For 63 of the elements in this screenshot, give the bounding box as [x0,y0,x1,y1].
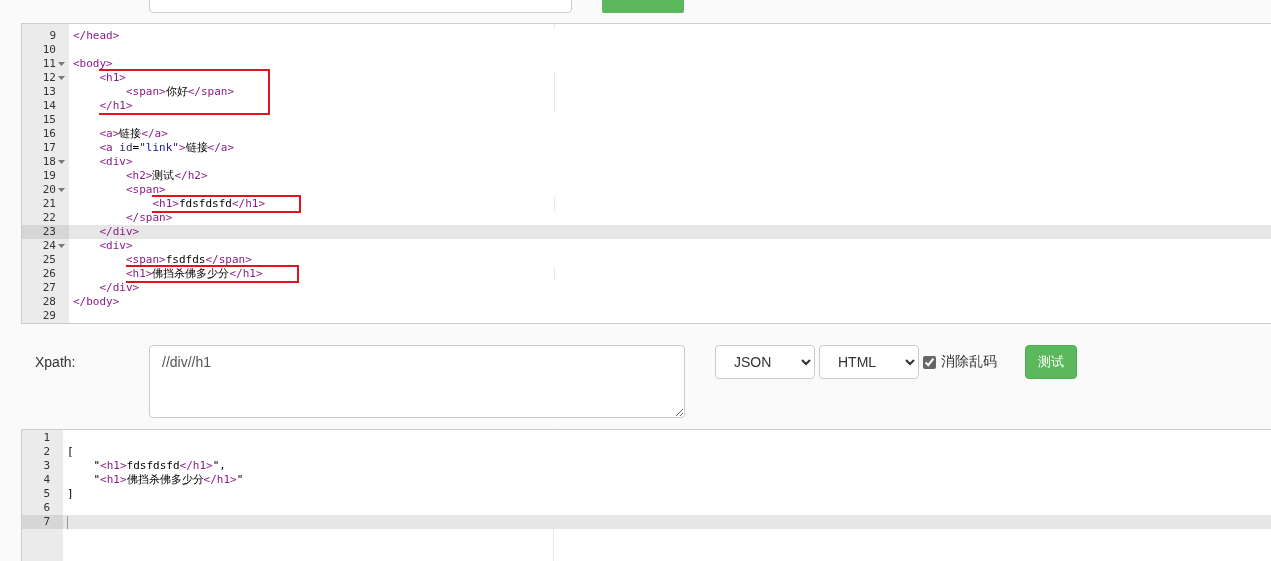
line-number: 12 [41,71,56,85]
line-number: 15 [41,113,56,127]
line-number: 26 [41,267,56,281]
code-editor[interactable]: 1 2 3 4 5 6 7 [ "<h1>fdsfdsfd</h1>", "<h1>佛挡杀佛多少分</h1>" ] [21,429,1271,561]
code-line: <span>fsdfds</span> [125,253,252,266]
line-number: 21 [41,197,56,211]
line-number: 5 [42,487,50,501]
code-line: </body> [73,295,120,308]
line-number: 4 [42,473,50,487]
fold-arrow-icon[interactable] [58,76,65,80]
code-line: </div> [99,281,140,294]
line-number: 14 [41,99,56,113]
xpath-label: Xpath: [35,354,77,370]
line-number: 3 [42,459,50,473]
code-line: [ [67,445,74,458]
code-line: <body> [73,57,113,70]
line-number: 10 [41,43,56,57]
line-number: 7 [42,515,50,529]
clean-checkbox[interactable] [923,355,936,369]
text-cursor [67,515,68,529]
code-line: <div> [99,239,133,252]
code-line: <h1> [99,71,126,84]
line-number: 19 [41,169,56,183]
code-line: "<h1>fdsfdsfd</h1>", [93,459,226,472]
line-number: 13 [41,85,56,99]
code-line: "<h1>佛挡杀佛多少分</h1>" [93,473,244,486]
line-number: 9 [48,29,56,43]
input-format-select[interactable]: HTML [819,345,919,379]
code-line: <span> [125,183,166,196]
clean-label: 消除乱码 [941,353,997,371]
line-number: 6 [42,501,50,515]
fold-arrow-icon[interactable] [58,244,65,248]
code-line: <h2>测试</h2> [125,169,208,182]
code-line: <span>你好</span> [125,85,235,98]
code-line: <div> [99,155,133,168]
code-line: </h1> [99,99,133,112]
fold-arrow-icon[interactable] [58,62,65,66]
line-number: 16 [41,127,56,141]
line-number: 25 [41,253,56,267]
line-number: 18 [41,155,56,169]
line-number: 11 [41,57,56,71]
fold-arrow-icon[interactable] [58,160,65,164]
line-number: 17 [41,141,56,155]
code-line: </div> [99,225,140,238]
line-number: 28 [41,295,56,309]
line-number: 20 [41,183,56,197]
line-number: 29 [41,309,56,323]
xpath-input[interactable]: //div//h1 [149,345,685,418]
code-line: </head> [73,29,120,42]
code-line: ] [67,487,74,500]
line-number: 27 [41,281,56,295]
line-number: 2 [42,445,50,459]
code-line: <a id="link">链接</a> [99,141,235,154]
code-line: <h1>佛挡杀佛多少分</h1> [125,267,263,280]
line-number: 22 [41,211,56,225]
output-format-select[interactable]: JSON [715,345,815,379]
fold-arrow-icon[interactable] [58,188,65,192]
line-number: 23 [41,225,56,239]
line-number: 24 [41,239,56,253]
code-line: <h1>fdsfdsfd</h1> [152,197,266,210]
line-number: 1 [42,431,50,445]
code-line: <a>链接</a> [99,127,168,140]
code-line: </span> [125,211,173,224]
